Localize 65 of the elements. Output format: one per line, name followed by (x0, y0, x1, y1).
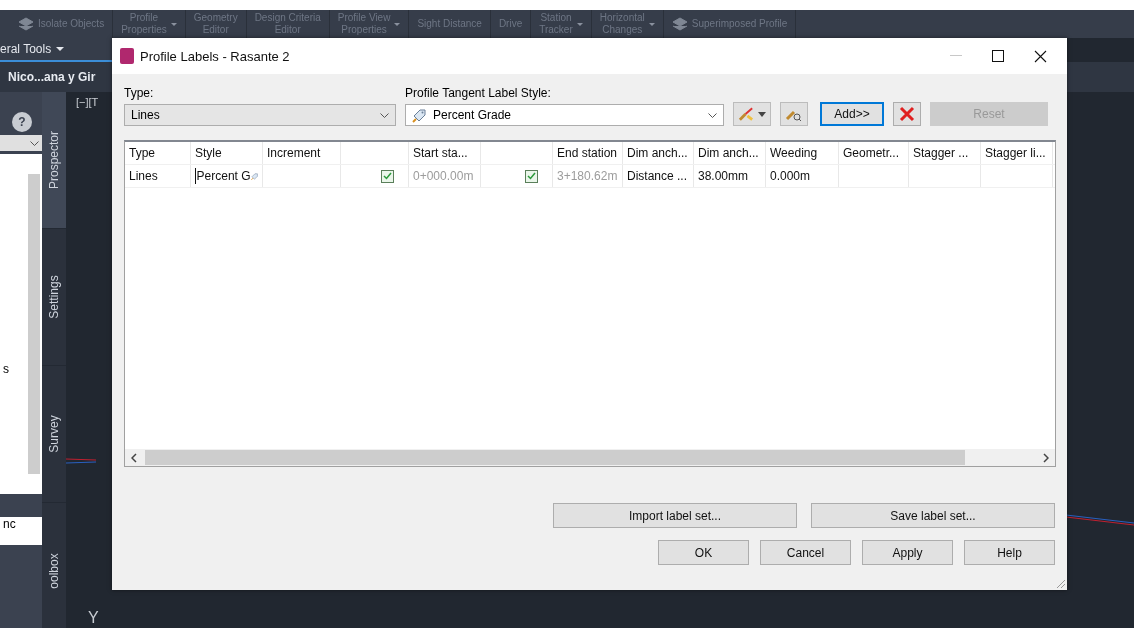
axis-label: Y (88, 610, 99, 626)
table-cell: 38.00mm (698, 169, 749, 183)
column-header[interactable]: Stagger ... (913, 146, 969, 160)
brush-icon (738, 106, 755, 122)
style-dropdown[interactable]: Percent Grade (405, 104, 724, 126)
table-cell: Distance ... (627, 169, 688, 183)
chevron-down-icon (708, 112, 717, 118)
table-cell: 3+180.62m (557, 169, 618, 183)
delete-button[interactable] (893, 102, 921, 126)
scrollbar[interactable] (28, 174, 40, 474)
label-set-button[interactable]: Import label set... (553, 503, 797, 528)
app-icon (120, 48, 134, 64)
drawing-tab[interactable]: Nico...ana y Gir (8, 70, 96, 84)
pick-style-button[interactable] (780, 102, 808, 126)
resize-grip-icon[interactable] (1056, 579, 1066, 589)
palette-tab[interactable]: Survey (42, 366, 66, 503)
column-header[interactable]: Increment (267, 146, 321, 160)
help-icon[interactable]: ? (12, 112, 32, 132)
column-header[interactable]: Dim anch... (627, 146, 688, 160)
checkbox[interactable] (525, 169, 538, 183)
field-label: Type: (124, 86, 155, 100)
profile-line-drawing (66, 458, 96, 464)
viewport-label[interactable]: [−][T (76, 96, 99, 108)
label-set-button[interactable]: Save label set... (811, 503, 1055, 528)
type-dropdown[interactable]: Lines (124, 104, 396, 126)
scrollbar-thumb[interactable] (145, 450, 965, 465)
column-header[interactable]: End station (557, 146, 618, 160)
table-cell: 0+000.00m (413, 169, 474, 183)
list-text: nc (3, 517, 16, 531)
column-header[interactable]: Weeding (770, 146, 818, 160)
dialog-button[interactable]: Cancel (760, 540, 851, 565)
edit-style-button[interactable] (733, 102, 771, 126)
scroll-left-icon[interactable] (131, 452, 137, 463)
window-title: Profile Labels - Rasante 2 (140, 48, 290, 64)
checkbox[interactable] (381, 169, 394, 183)
chevron-down-icon (30, 140, 39, 146)
layers-icon (671, 17, 688, 31)
column-header[interactable]: Type (129, 146, 155, 160)
dropdown-field[interactable] (0, 135, 42, 151)
close-icon[interactable] (1034, 49, 1047, 63)
field-label: Profile Tangent Label Style: (405, 86, 552, 100)
dialog-button[interactable]: Apply (862, 540, 953, 565)
column-header[interactable]: Stagger li... (985, 146, 1046, 160)
profile-line-drawing (1066, 514, 1134, 526)
column-header[interactable]: Dim anch... (698, 146, 759, 160)
tag-icon (412, 107, 427, 123)
layers-icon (18, 17, 34, 31)
dialog-button[interactable]: OK (658, 540, 749, 565)
column-header[interactable]: Style (195, 146, 222, 160)
column-header[interactable]: Start sta... (413, 146, 468, 160)
add-button[interactable]: Add>> (820, 102, 884, 126)
scroll-right-icon[interactable] (1043, 452, 1049, 463)
palette-tab[interactable]: Settings (42, 229, 66, 366)
palette-tab[interactable]: Prospector (42, 92, 66, 229)
table-cell: Lines (129, 169, 158, 183)
column-header[interactable]: Geometr... (843, 146, 900, 160)
table-cell: Percent G (196, 169, 251, 183)
maximize-icon[interactable] (992, 50, 1004, 62)
list-text: s (3, 362, 9, 376)
caret-icon[interactable] (56, 47, 65, 51)
delete-icon (899, 106, 915, 122)
dialog-button[interactable]: Help (964, 540, 1055, 565)
chevron-down-icon (380, 112, 389, 118)
table-cell: 0.000m (770, 169, 811, 183)
palette-tab[interactable]: oolbox (42, 503, 66, 628)
